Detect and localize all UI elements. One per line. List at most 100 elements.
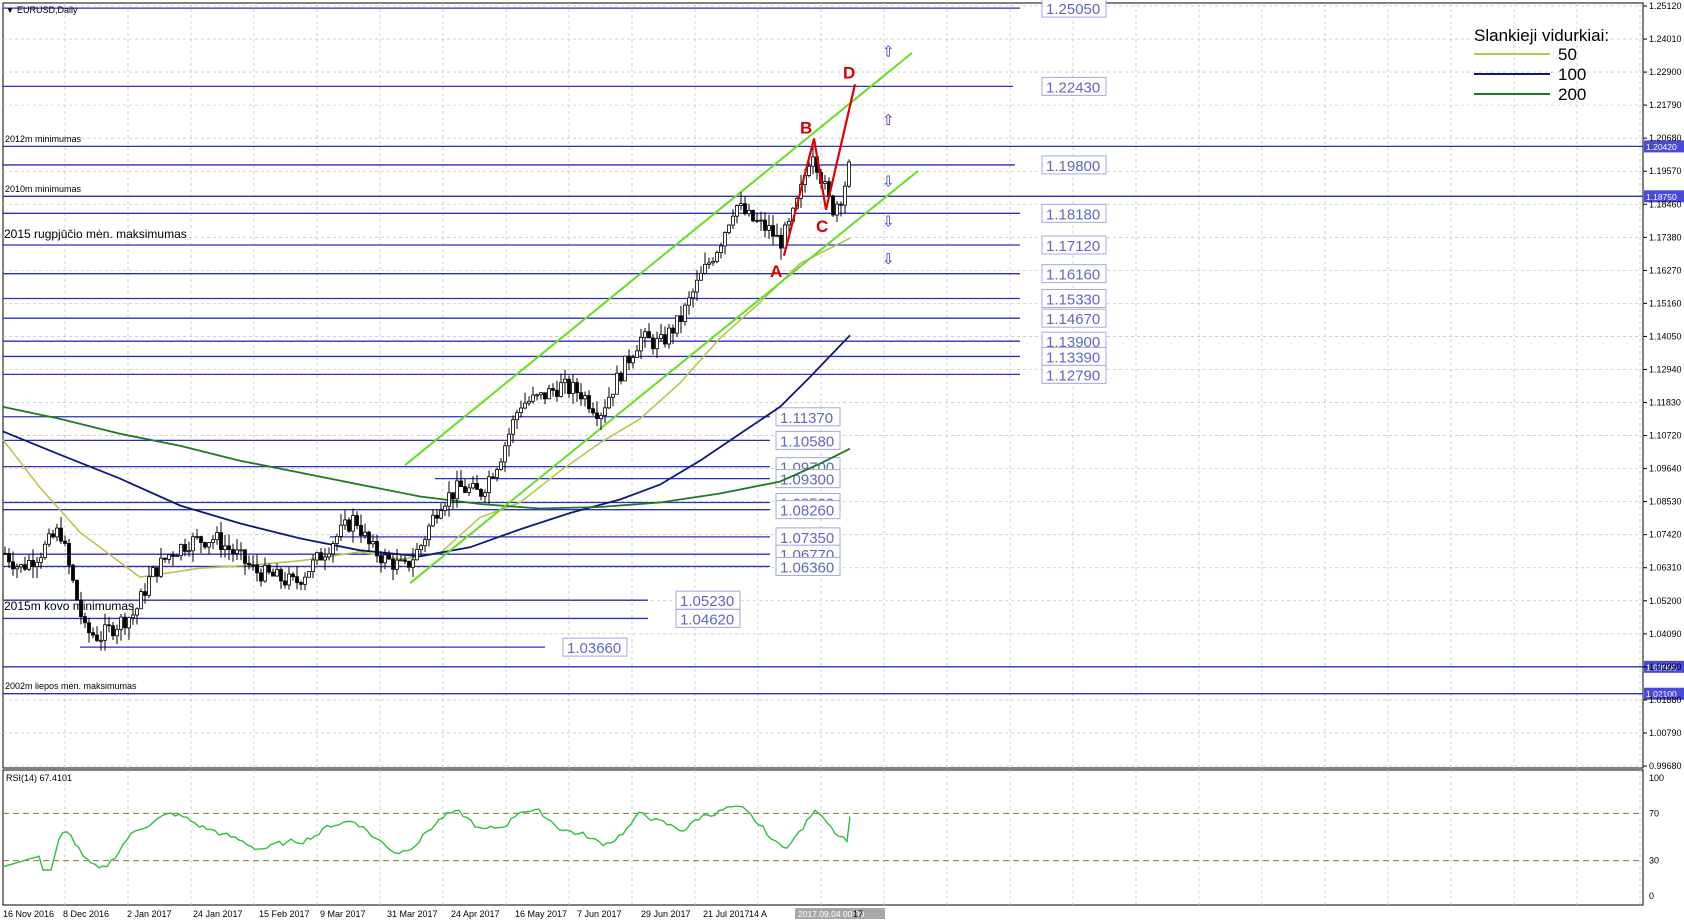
price-tick-label: 1.05200 [1649,596,1682,606]
candle-body [111,625,115,637]
candle-body [183,544,187,552]
candle-body [527,400,531,404]
level-label: 1.04620 [680,611,734,628]
candle-body [403,559,407,562]
candle-body [119,616,123,630]
candle-body [711,261,715,264]
candle-body [7,553,11,563]
price-tick-label: 1.06310 [1649,563,1682,573]
price-tick-label: 1.21790 [1649,100,1682,110]
candle-body [611,393,615,398]
candle-body [559,382,563,397]
candle-body [327,553,331,558]
candle-body [567,378,571,394]
annotation-2015-mar-min: 2015m kovo minimumas [4,599,134,613]
candle-body [155,567,159,577]
candle-body [291,573,295,578]
candle-body [639,336,643,352]
rsi-tick-label: 0 [1649,891,1654,901]
annotation-2012-min: 2012m minimumas [5,134,82,144]
time-tick-label: 16 May 2017 [515,909,567,919]
candle-body [523,402,527,409]
arrow-up-icon: ⇧ [882,112,895,129]
candle-body [659,334,663,340]
candle-body [203,542,207,548]
candle-body [75,580,79,601]
candle-body [335,536,339,544]
candle-body [843,185,847,206]
candle-body [731,215,735,226]
candle-body [11,561,15,570]
time-tick-label: 14 A [749,909,767,919]
candle-body [99,639,103,642]
legend-label-ma100: 100 [1558,65,1586,84]
candle-body [587,395,591,410]
price-tick-label: 1.17380 [1649,232,1682,242]
candle-body [215,532,219,541]
rsi-tick-label: 30 [1649,856,1659,866]
candle-body [623,355,627,382]
candle-body [187,550,191,553]
chart-menu-icon[interactable]: ▼ [6,6,14,15]
candle-body [243,549,247,564]
candle-body [679,315,683,322]
candle-body [399,559,403,562]
price-tag-label: 1.20420 [1646,142,1677,152]
candle-body [83,616,87,624]
candle-body [615,372,619,395]
candle-body [779,234,783,249]
legend-title: Slankieji vidurkiai: [1474,26,1609,45]
candle-body [359,525,363,536]
candle-body [51,533,55,538]
candle-body [599,415,603,420]
candle-body [295,576,299,583]
price-tick-label: 1.09640 [1649,464,1682,474]
candle-body [807,165,811,176]
time-tick-label: 15 Feb 2017 [259,909,310,919]
level-label: 1.14670 [1046,311,1100,328]
time-tick-label: 8 Dec 2016 [63,909,109,919]
candle-body [235,549,239,554]
candle-body [447,492,451,507]
candle-body [167,554,171,560]
candle-body [543,392,547,400]
price-tick-label: 1.24010 [1649,34,1682,44]
candle-body [459,480,463,488]
candle-body [139,591,143,610]
level-label: 1.13390 [1046,349,1100,366]
candle-body [95,634,99,641]
candle-body [35,561,39,567]
candle-body [583,395,587,400]
level-label: 1.09300 [780,472,834,489]
candle-body [439,510,443,519]
candle-body [47,533,51,545]
candle-body [663,334,667,345]
arrow-down-icon: ⇩ [882,173,895,190]
candle-body [163,557,167,560]
candle-body [839,203,843,206]
candle-body [727,224,731,233]
level-label: 1.25050 [1046,1,1100,18]
candle-body [835,203,839,216]
candle-body [499,461,503,470]
candle-body [719,245,723,253]
candle-body [135,608,139,616]
candle-body [127,617,131,629]
candle-body [271,571,275,577]
candle-body [151,567,155,578]
price-tick-label: 1.20680 [1649,133,1682,143]
candle-body [299,582,303,585]
candle-body [739,203,743,206]
candle-body [307,571,311,578]
price-tick-label: 1.25120 [1649,1,1682,11]
candle-body [699,272,703,281]
time-tick-label: 7 Jun 2017 [577,909,622,919]
candle-body [423,539,427,547]
candle-body [223,545,227,551]
rsi-tick-label: 70 [1649,808,1659,818]
price-tick-label: 1.11830 [1649,398,1681,408]
candle-body [411,559,415,568]
candle-body [15,566,19,570]
candle-body [667,327,671,345]
legend-label-ma200: 200 [1558,85,1586,104]
